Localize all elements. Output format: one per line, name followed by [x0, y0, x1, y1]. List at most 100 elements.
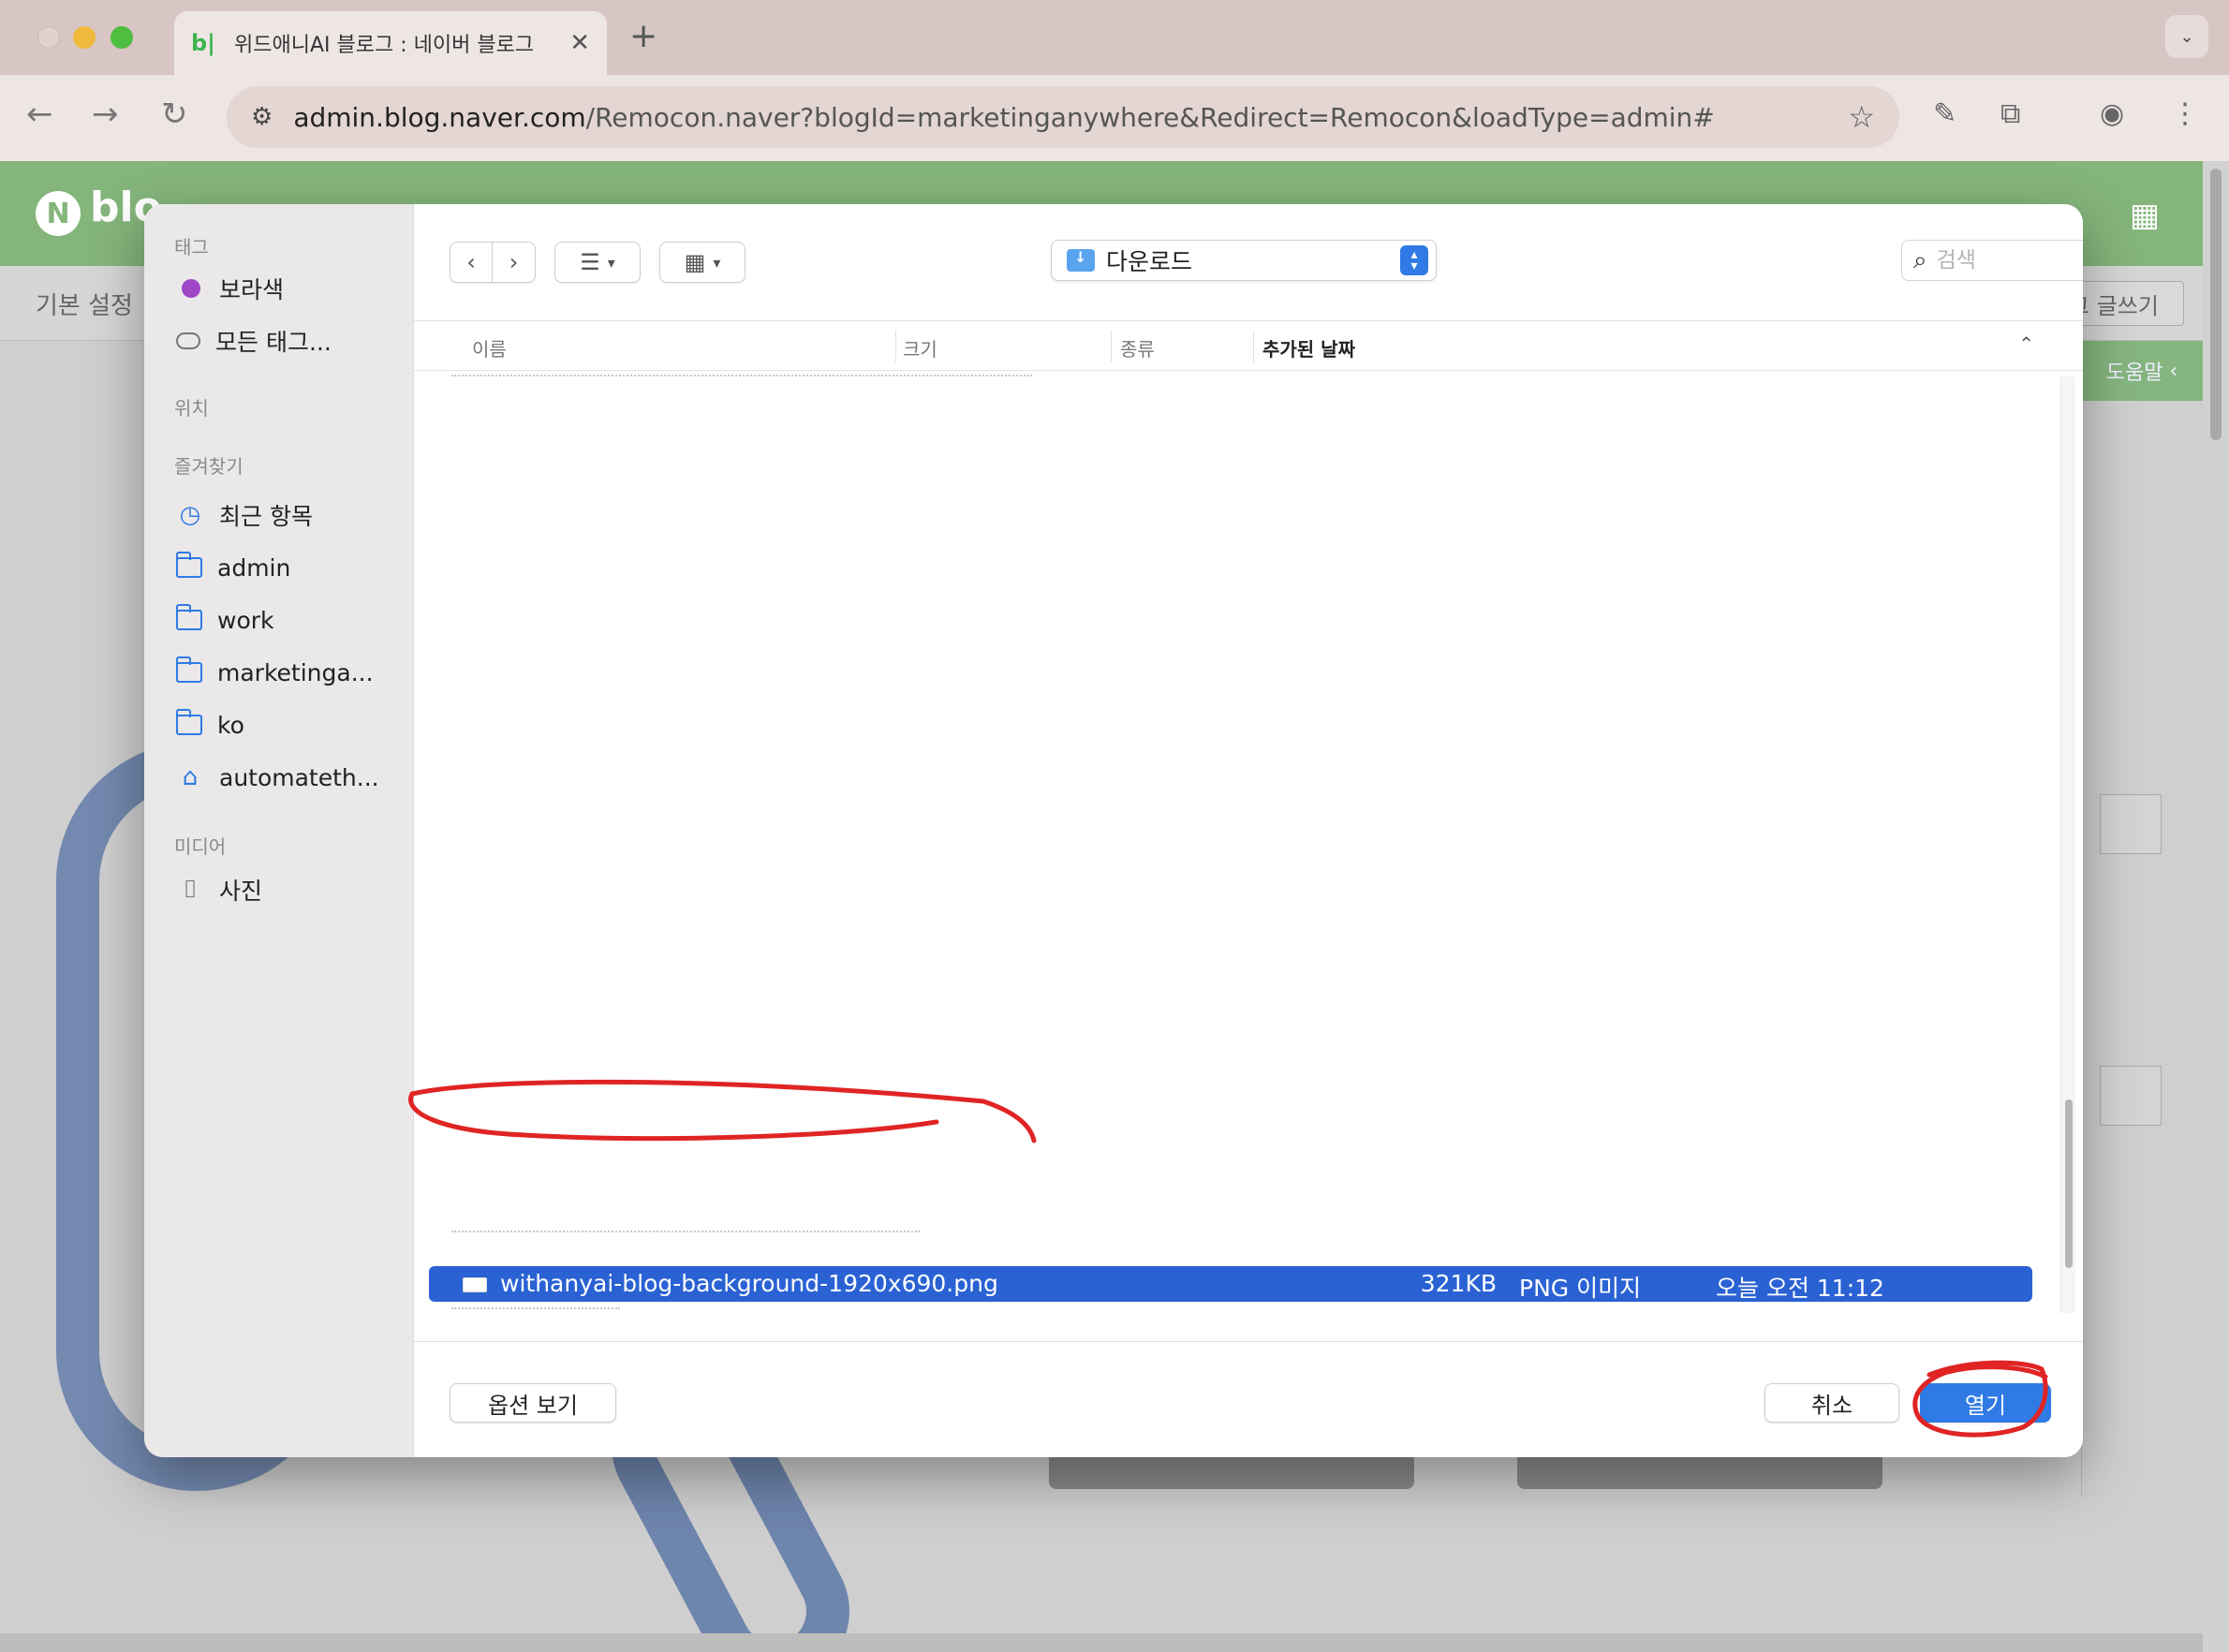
list-item[interactable]	[451, 1307, 620, 1317]
window-maximize-button[interactable]	[111, 26, 133, 49]
column-date-added[interactable]: 추가된 날짜	[1262, 334, 1355, 361]
browser-tab-strip: b| 위드애니AI 블로그 : 네이버 블로그 ✕ + ⌄	[0, 0, 2229, 75]
camera-icon: ⌷	[183, 875, 198, 904]
tab-search-chevron-icon[interactable]: ⌄	[2165, 15, 2208, 58]
list-item[interactable]	[451, 1231, 920, 1240]
panel-box	[2100, 1066, 2162, 1126]
popup-stepper-icon: ▴ ▾	[1400, 245, 1428, 275]
forward-button[interactable]: ›	[493, 242, 536, 283]
group-view-button[interactable]: ▦ ▾	[659, 242, 745, 283]
sidebar-item-purple-tag[interactable]: 보라색	[176, 270, 401, 307]
column-name[interactable]: 이름	[472, 334, 507, 361]
file-list-scrollbar-thumb[interactable]	[2065, 1099, 2073, 1268]
sidebar-item-recents[interactable]: ◷ 최근 항목	[176, 496, 401, 534]
location-label: 다운로드	[1106, 248, 1193, 275]
sort-ascending-chevron-icon[interactable]: ⌃	[2018, 332, 2034, 355]
cancel-button[interactable]: 취소	[1764, 1383, 1899, 1423]
downloads-folder-icon	[1067, 248, 1095, 272]
search-input[interactable]	[1936, 248, 2083, 273]
page-scrollbar-thumb[interactable]	[2210, 169, 2222, 440]
reload-icon[interactable]: ↻	[161, 96, 188, 133]
new-tab-icon[interactable]: +	[629, 17, 657, 55]
list-icon: ☰	[580, 249, 600, 275]
apps-grid-icon[interactable]: ▦	[2130, 197, 2160, 234]
file-list-scrollbar[interactable]	[2060, 376, 2075, 1313]
sidebar-item-marketing[interactable]: marketinga...	[175, 654, 401, 691]
extensions-puzzle-icon[interactable]: ⧉	[2000, 97, 2020, 130]
sidebar-item-work[interactable]: work	[175, 601, 401, 639]
column-header: 이름 크기 종류 추가된 날짜 ⌃	[414, 320, 2083, 371]
pen-extension-icon[interactable]: ✎	[1933, 97, 1956, 130]
file-kind: PNG 이미지	[1519, 1275, 1642, 1302]
folder-icon	[175, 552, 202, 578]
file-size: 321KB	[1420, 1270, 1497, 1297]
browser-tab[interactable]: b| 위드애니AI 블로그 : 네이버 블로그 ✕	[174, 11, 607, 75]
folder-icon	[175, 604, 202, 630]
chevron-down-icon: ▾	[713, 253, 721, 272]
sidebar-section-media: 미디어	[174, 835, 227, 858]
location-popup[interactable]: 다운로드 ▴▾	[1051, 240, 1437, 281]
file-open-dialog: 태그 보라색 모든 태그... 위치 즐겨찾기 ◷ 최근 항목 admin wo…	[144, 204, 2083, 1457]
column-kind[interactable]: 종류	[1120, 334, 1155, 361]
search-icon: ⌕	[1913, 245, 1927, 274]
home-icon: ⌂	[182, 763, 199, 791]
profile-avatar-icon[interactable]: ◉	[2100, 97, 2124, 130]
back-arrow-icon[interactable]: ←	[26, 96, 53, 133]
clock-icon: ◷	[179, 501, 201, 529]
back-button[interactable]: ‹	[450, 242, 493, 283]
folder-icon	[175, 656, 202, 683]
show-options-button[interactable]: 옵션 보기	[450, 1383, 616, 1423]
window-minimize-button[interactable]	[73, 26, 96, 49]
browser-menu-icon[interactable]: ⋮	[2171, 97, 2199, 130]
file-date-added: 오늘 오전 11:12	[1716, 1275, 1884, 1302]
selected-file-row[interactable]: withanyai-blog-background-1920x690.png 3…	[429, 1266, 2032, 1302]
file-name: withanyai-blog-background-1920x690.png	[500, 1270, 998, 1297]
column-divider[interactable]	[1111, 331, 1112, 362]
naver-logo[interactable]: N	[36, 191, 81, 236]
dialog-footer: 옵션 보기 취소 열기	[414, 1341, 2083, 1457]
sidebar-item-photos[interactable]: ⌷ 사진	[176, 871, 401, 908]
tab-close-icon[interactable]: ✕	[569, 29, 590, 57]
chevron-left-icon: ‹	[466, 249, 476, 275]
sidebar-item-admin[interactable]: admin	[175, 549, 401, 586]
dialog-sidebar: 태그 보라색 모든 태그... 위치 즐겨찾기 ◷ 최근 항목 admin wo…	[144, 204, 414, 1457]
page-button	[1517, 1452, 1882, 1489]
page-scrollbar[interactable]	[2203, 161, 2229, 1652]
bookmark-star-icon[interactable]: ☆	[1848, 99, 1875, 135]
chevron-right-icon: ›	[509, 249, 519, 275]
blog-favicon-icon: b|	[191, 30, 215, 56]
address-bar[interactable]: ⚙ admin.blog.naver.com/Remocon.naver?blo…	[227, 86, 1899, 148]
basic-settings-tab[interactable]: 기본 설정	[36, 287, 133, 321]
file-list[interactable]: withanyai-blog-background-1920x690.png 3…	[414, 371, 2083, 1317]
chevron-down-icon: ▾	[607, 253, 615, 272]
sidebar-item-home[interactable]: ⌂ automateth...	[176, 759, 401, 796]
purple-tag-icon	[182, 279, 200, 298]
help-tab[interactable]: 도움말 ‹	[2081, 341, 2203, 401]
horizontal-scrollbar[interactable]	[0, 1633, 2203, 1652]
sidebar-section-favorites: 즐겨찾기	[174, 455, 244, 478]
list-view-button[interactable]: ☰ ▾	[554, 242, 641, 283]
forward-arrow-icon[interactable]: →	[92, 96, 119, 133]
column-divider[interactable]	[1253, 331, 1254, 362]
page-button	[1049, 1452, 1414, 1489]
search-field[interactable]: ⌕	[1901, 240, 2083, 281]
sidebar-item-ko[interactable]: ko	[175, 706, 401, 744]
sidebar-section-locations: 위치	[174, 397, 209, 420]
sidebar-item-all-tags[interactable]: 모든 태그...	[176, 322, 401, 360]
list-item[interactable]	[451, 375, 1032, 384]
url-text: admin.blog.naver.com/Remocon.naver?blogI…	[293, 101, 1715, 133]
tab-title: 위드애니AI 블로그 : 네이버 블로그	[234, 34, 535, 57]
dialog-main: ‹ › ☰▾ ▦▾ 다운로드 ▴▾ ⌕ 이름 크기 종류 추가된 날짜 ⌃	[414, 204, 2083, 1457]
site-settings-icon[interactable]: ⚙	[251, 103, 273, 131]
right-panel	[2081, 401, 2188, 1497]
grid-icon: ▦	[684, 249, 706, 275]
open-button[interactable]: 열기	[1920, 1383, 2051, 1423]
window-close-button[interactable]	[37, 26, 60, 49]
panel-box	[2100, 794, 2162, 854]
column-size[interactable]: 크기	[903, 334, 937, 361]
browser-toolbar: ← → ↻ ⚙ admin.blog.naver.com/Remocon.nav…	[0, 75, 2229, 161]
column-divider[interactable]	[895, 331, 896, 362]
sidebar-section-tags: 태그	[174, 236, 209, 258]
tag-outline-icon	[176, 332, 200, 349]
folder-icon	[175, 709, 202, 735]
